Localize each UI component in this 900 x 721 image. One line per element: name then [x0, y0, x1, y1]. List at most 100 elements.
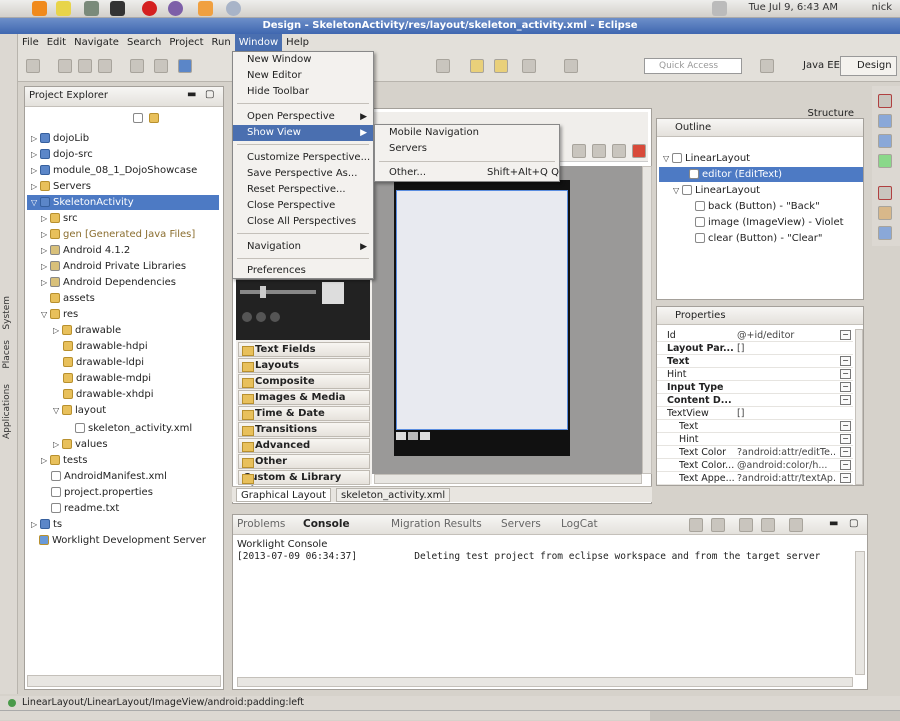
menu-item-mobile-navigation[interactable]: Mobile Navigation: [375, 125, 559, 141]
menu-item-hide-toolbar[interactable]: Hide Toolbar: [233, 84, 373, 100]
tree-item[interactable]: ▷ module_08_1_DojoShowcase: [31, 163, 197, 178]
project-explorer-title[interactable]: Project Explorer: [29, 90, 108, 101]
pin-console-icon[interactable]: [739, 518, 753, 532]
menu-item-servers[interactable]: Servers: [375, 141, 559, 157]
save-icon[interactable]: [58, 59, 72, 73]
tree-item[interactable]: ▽ layout: [53, 403, 106, 418]
link-editor-icon[interactable]: [149, 113, 160, 123]
tab-servers[interactable]: Servers: [501, 518, 541, 530]
tree-item[interactable]: drawable-xhdpi: [63, 387, 154, 402]
console-vertical-scrollbar[interactable]: [855, 551, 865, 675]
toolbar-icon-c[interactable]: [564, 59, 578, 73]
menu-item-save-perspective[interactable]: Save Perspective As...: [233, 166, 373, 182]
menu-item-close-all-perspectives[interactable]: Close All Perspectives: [233, 214, 373, 230]
forward-nav-icon[interactable]: [494, 59, 508, 73]
trim-view-icon[interactable]: [878, 134, 892, 148]
perspective-java-ee[interactable]: Java EE: [786, 56, 845, 76]
save-all-icon[interactable]: [78, 59, 92, 73]
menu-item-open-perspective[interactable]: Open Perspective ▶: [233, 109, 373, 125]
collapse-all-icon[interactable]: [133, 113, 143, 123]
palette-section[interactable]: Transitions: [238, 422, 370, 437]
perspective-design[interactable]: Design: [840, 56, 897, 76]
tree-item[interactable]: ▷ Servers: [31, 179, 91, 194]
outline-item[interactable]: ▽ LinearLayout: [663, 151, 750, 166]
trim-view-icon[interactable]: [878, 206, 892, 220]
tree-item[interactable]: ▷ ts: [31, 517, 62, 532]
menu-edit[interactable]: Edit: [43, 34, 70, 51]
toolbar-icon-a[interactable]: [436, 59, 450, 73]
palette-section[interactable]: Time & Date: [238, 406, 370, 421]
print-icon[interactable]: [98, 59, 112, 73]
tree-item[interactable]: ▷ gen [Generated Java Files]: [41, 227, 195, 242]
menu-item-navigation[interactable]: Navigation ▶: [233, 239, 373, 255]
zoom-fit-icon[interactable]: [592, 144, 606, 158]
menu-search[interactable]: Search: [123, 34, 165, 51]
property-row[interactable]: Hint −: [657, 433, 853, 446]
property-row[interactable]: Text −: [657, 420, 853, 433]
menu-project[interactable]: Project: [165, 34, 207, 51]
scroll-lock-icon[interactable]: [711, 518, 725, 532]
restore-icon[interactable]: [878, 94, 892, 108]
palette-section[interactable]: Layouts: [238, 358, 370, 373]
run-icon[interactable]: [154, 59, 168, 73]
back-nav-icon[interactable]: [470, 59, 484, 73]
device-screen[interactable]: [396, 190, 568, 430]
tree-item[interactable]: ▷ drawable: [53, 323, 121, 338]
property-row[interactable]: Text Color... @android:color/h... −: [657, 459, 853, 472]
settings-icon[interactable]: [226, 1, 241, 16]
canvas-vertical-scrollbar[interactable]: [642, 166, 652, 474]
tree-item[interactable]: drawable-ldpi: [63, 355, 144, 370]
menu-item-new-editor[interactable]: New Editor: [233, 68, 373, 84]
canvas-horizontal-scrollbar[interactable]: [374, 474, 642, 484]
properties-title[interactable]: Properties: [657, 307, 863, 325]
property-row[interactable]: Content D... −: [657, 394, 853, 407]
outline-title[interactable]: Outline: [657, 119, 863, 137]
image-preview[interactable]: [408, 432, 418, 440]
tree-item[interactable]: project.properties: [51, 485, 153, 500]
tree-item[interactable]: readme.txt: [51, 501, 119, 516]
tree-item[interactable]: Worklight Development Server: [39, 533, 206, 548]
outline-item[interactable]: back (Button) - "Back": [695, 199, 820, 214]
property-row[interactable]: TextView[]: [657, 407, 853, 420]
tree-item[interactable]: ▷ Android Dependencies: [41, 275, 176, 290]
trim-view-icon[interactable]: [878, 154, 892, 168]
menu-item-reset-perspective[interactable]: Reset Perspective...: [233, 182, 373, 198]
tree-item[interactable]: ▷ values: [53, 437, 108, 452]
menu-navigate[interactable]: Navigate: [70, 34, 123, 51]
side-label-places[interactable]: Places: [2, 340, 12, 369]
tree-item[interactable]: skeleton_activity.xml: [75, 421, 192, 436]
palette-section[interactable]: Custom & Library Views: [238, 470, 370, 496]
property-row[interactable]: Layout Par...[]: [657, 342, 853, 355]
outline-item[interactable]: clear (Button) - "Clear": [695, 231, 822, 246]
outline-item[interactable]: ▽ LinearLayout: [673, 183, 760, 198]
tab-graphical-layout[interactable]: Graphical Layout: [236, 488, 332, 502]
toolbar-icon-b[interactable]: [522, 59, 536, 73]
tree-item[interactable]: drawable-hdpi: [63, 339, 148, 354]
property-row[interactable]: Text −: [657, 355, 853, 368]
maximize-icon[interactable]: ▢: [205, 89, 214, 100]
open-console-icon[interactable]: [789, 518, 803, 532]
error-icon[interactable]: [632, 144, 646, 158]
trim-view-icon[interactable]: [878, 226, 892, 240]
properties-scrollbar[interactable]: [855, 329, 863, 485]
palette-section[interactable]: Advanced: [238, 438, 370, 453]
property-row[interactable]: Id @+id/editor −: [657, 329, 853, 342]
menu-window[interactable]: Window: [234, 34, 283, 51]
tree-item[interactable]: assets: [41, 291, 95, 306]
clear-console-icon[interactable]: [689, 518, 703, 532]
menu-item-close-perspective[interactable]: Close Perspective: [233, 198, 373, 214]
widget-preview[interactable]: [236, 280, 370, 340]
tab-logcat[interactable]: LogCat: [561, 518, 598, 530]
property-row[interactable]: Text Appe... ?android:attr/textAp... −: [657, 472, 853, 485]
side-label-system[interactable]: System: [2, 296, 12, 330]
minimize-icon[interactable]: ▬: [187, 89, 196, 100]
zoom-icon[interactable]: [572, 144, 586, 158]
menu-item-preferences[interactable]: Preferences: [233, 263, 373, 279]
tree-item[interactable]: ▷ tests: [41, 453, 87, 468]
web-icon[interactable]: [178, 59, 192, 73]
tab-xml-source[interactable]: skeleton_activity.xml: [336, 488, 451, 502]
tree-item[interactable]: ▽ res: [41, 307, 78, 322]
menu-item-show-view[interactable]: Show View ▶: [233, 125, 373, 141]
clock[interactable]: Tue Jul 9, 6:43 AM: [749, 2, 838, 13]
opera-icon[interactable]: [142, 1, 157, 16]
